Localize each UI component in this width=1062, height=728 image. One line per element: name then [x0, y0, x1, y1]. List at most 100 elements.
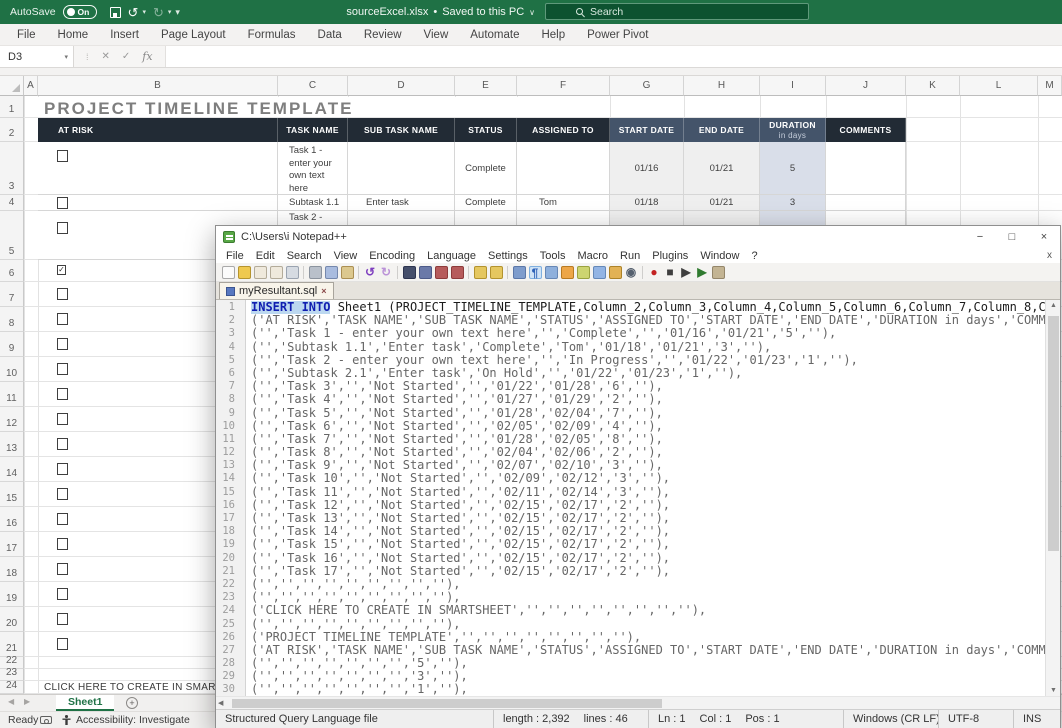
- ribbon-tab-review[interactable]: Review: [353, 29, 413, 41]
- cell-I3-duration[interactable]: 5: [760, 142, 826, 195]
- npp-menu-run[interactable]: Run: [614, 250, 646, 262]
- column-header-K[interactable]: K: [906, 76, 960, 96]
- checkbox-checked-row6[interactable]: ✓: [57, 265, 66, 275]
- show-all-characters-icon[interactable]: ¶: [529, 266, 542, 279]
- paste-icon[interactable]: [341, 266, 354, 279]
- checkbox-row16[interactable]: [57, 513, 68, 525]
- insert-function-icon[interactable]: fx: [142, 50, 152, 63]
- row-header-14[interactable]: 14: [0, 457, 24, 482]
- table-header-end-date[interactable]: END DATE: [684, 118, 760, 142]
- checkbox-row9[interactable]: [57, 338, 68, 350]
- checkbox-row20[interactable]: [57, 613, 68, 625]
- play-macro-icon[interactable]: ▶: [680, 266, 693, 279]
- row-header-10[interactable]: 10: [0, 357, 24, 382]
- horizontal-scrollbar[interactable]: ◀: [216, 696, 1060, 709]
- formula-input[interactable]: [165, 46, 1062, 67]
- redo-icon[interactable]: ↻: [380, 266, 393, 279]
- row-header-5[interactable]: 5: [0, 211, 24, 260]
- code-editor[interactable]: 1INSERT INTO Sheet1 (PROJECT_TIMELINE_TE…: [216, 300, 1060, 696]
- row-header-15[interactable]: 15: [0, 482, 24, 507]
- npp-menu-tools[interactable]: Tools: [534, 250, 572, 262]
- cell-H3-end-date[interactable]: 01/21: [684, 142, 760, 195]
- cell-F3[interactable]: [517, 142, 610, 195]
- cell-G4-start-date[interactable]: 01/18: [610, 195, 684, 211]
- cell-B3[interactable]: [38, 142, 278, 195]
- scroll-up-icon[interactable]: ▲: [1046, 302, 1060, 309]
- row-header-1[interactable]: 1: [0, 96, 24, 118]
- row-header-13[interactable]: 13: [0, 432, 24, 457]
- npp-menu-macro[interactable]: Macro: [571, 250, 614, 262]
- checkbox-row7[interactable]: [57, 288, 68, 300]
- redo-icon[interactable]: ↻: [153, 6, 164, 19]
- row-header-18[interactable]: 18: [0, 557, 24, 582]
- save-icon[interactable]: [254, 266, 267, 279]
- close-button[interactable]: ×: [1028, 226, 1060, 248]
- checkbox-row8[interactable]: [57, 313, 68, 325]
- cell-F4-assigned-to[interactable]: Tom: [517, 195, 610, 211]
- npp-menu-edit[interactable]: Edit: [250, 250, 281, 262]
- ribbon-tab-home[interactable]: Home: [47, 29, 100, 41]
- insert-mode-status[interactable]: INS: [1013, 710, 1060, 728]
- new-sheet-button[interactable]: +: [126, 697, 138, 709]
- ribbon-tab-help[interactable]: Help: [530, 29, 576, 41]
- ribbon-tab-power-pivot[interactable]: Power Pivot: [576, 29, 659, 41]
- cell-C3-task-name[interactable]: Task 1 - enter your own text here: [278, 142, 348, 195]
- cell-B4[interactable]: [38, 195, 278, 211]
- new-file-icon[interactable]: [222, 266, 235, 279]
- column-header-E[interactable]: E: [455, 76, 517, 96]
- maximize-button[interactable]: □: [996, 226, 1028, 248]
- column-header-M[interactable]: M: [1038, 76, 1062, 96]
- checkbox-row11[interactable]: [57, 388, 68, 400]
- table-header-at-risk[interactable]: AT RISK: [38, 118, 278, 142]
- doc-map-icon[interactable]: [561, 266, 574, 279]
- column-header-H[interactable]: H: [684, 76, 760, 96]
- find-prev-icon[interactable]: [435, 266, 448, 279]
- table-header-assigned-to[interactable]: ASSIGNED TO: [517, 118, 610, 142]
- ribbon-tab-automate[interactable]: Automate: [459, 29, 530, 41]
- search-input[interactable]: Search: [545, 3, 809, 20]
- row-header-3[interactable]: 3: [0, 142, 24, 195]
- checkbox-row13[interactable]: [57, 438, 68, 450]
- row-header-21[interactable]: 21: [0, 632, 24, 657]
- ribbon-tab-insert[interactable]: Insert: [99, 29, 150, 41]
- checkbox-row5[interactable]: [57, 222, 68, 234]
- ribbon-tab-data[interactable]: Data: [307, 29, 353, 41]
- indent-guide-icon[interactable]: [545, 266, 558, 279]
- autosave-toggle[interactable]: On: [63, 5, 97, 19]
- cell-J3-comments[interactable]: [826, 142, 906, 195]
- vertical-scrollbar[interactable]: ▲ ▼: [1045, 300, 1060, 696]
- save-icon[interactable]: [110, 7, 121, 18]
- stop-macro-icon[interactable]: ■: [664, 266, 677, 279]
- column-header-F[interactable]: F: [517, 76, 610, 96]
- row-header-16[interactable]: 16: [0, 507, 24, 532]
- column-header-I[interactable]: I: [760, 76, 826, 96]
- sheet-title[interactable]: PROJECT TIMELINE TEMPLATE: [44, 99, 353, 119]
- row-header-2[interactable]: 2: [0, 118, 24, 142]
- cell-H4-end-date[interactable]: 01/21: [684, 195, 760, 211]
- undo-icon[interactable]: ↺: [128, 6, 139, 19]
- macro-record-icon[interactable]: [40, 716, 52, 724]
- notepadpp-titlebar[interactable]: C:\Users\i Notepad++ − □ ×: [216, 226, 1060, 248]
- checkbox-row15[interactable]: [57, 488, 68, 500]
- cell-J4-comments[interactable]: [826, 195, 906, 211]
- chevron-down-icon[interactable]: ∨: [529, 8, 535, 17]
- run-macro-multiple-icon[interactable]: ▶: [696, 266, 709, 279]
- cell-C4-task-name[interactable]: Subtask 1.1: [278, 195, 348, 211]
- cut-icon[interactable]: [309, 266, 322, 279]
- cell-E3-status[interactable]: Complete: [455, 142, 517, 195]
- npp-menu-language[interactable]: Language: [421, 250, 482, 262]
- checkbox-row14[interactable]: [57, 463, 68, 475]
- tab-myresultant-sql[interactable]: myResultant.sql ×: [219, 282, 334, 299]
- checkbox-row3[interactable]: [57, 150, 68, 162]
- next-sheet-icon[interactable]: ▶: [24, 697, 30, 706]
- column-header-L[interactable]: L: [960, 76, 1038, 96]
- npp-menu-file[interactable]: File: [220, 250, 250, 262]
- row-header-12[interactable]: 12: [0, 407, 24, 432]
- record-macro-icon[interactable]: ●: [648, 266, 661, 279]
- folder-workspace-icon[interactable]: [609, 266, 622, 279]
- column-header-J[interactable]: J: [826, 76, 906, 96]
- table-header-status[interactable]: STATUS: [455, 118, 517, 142]
- enter-icon[interactable]: ✓: [122, 51, 130, 62]
- column-header-D[interactable]: D: [348, 76, 455, 96]
- encoding-status[interactable]: UTF-8: [938, 710, 1013, 728]
